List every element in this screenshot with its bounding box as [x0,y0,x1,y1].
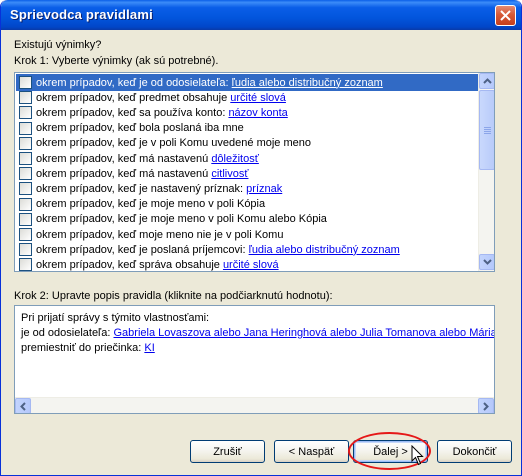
chevron-left-icon [20,402,26,411]
window-title: Sprievodca pravidlami [10,7,153,22]
exception-checkbox[interactable] [19,106,32,120]
exception-checkbox[interactable] [19,182,32,196]
back-button[interactable]: < Naspäť [274,440,349,463]
exception-text: okrem prípadov, keď sa používa konto: [36,106,229,119]
exception-checkbox[interactable] [19,91,32,105]
scroll-up-button[interactable] [479,73,494,89]
exception-text: okrem prípadov, keď je nastavený príznak… [36,182,247,195]
move-to-folder-text: premiestniť do priečinka: [21,342,145,354]
exception-checkbox[interactable] [19,121,32,135]
exception-text: okrem prípadov, keď je od odosielateľa: [36,76,232,89]
exception-checkbox[interactable] [19,152,32,165]
exceptions-list[interactable]: okrem prípadov, keď je od odosielateľa: … [14,72,495,272]
exception-checkbox[interactable] [19,243,32,257]
exception-item[interactable]: okrem prípadov, keď správa obsahuje urči… [16,256,479,271]
description-line-1: Pri prijatí správy s týmito vlastnosťami… [21,312,210,324]
scroll-left-button[interactable] [15,398,31,413]
exception-checkbox[interactable] [19,76,32,89]
close-button[interactable] [495,5,516,26]
exception-link[interactable]: určité slová [223,259,279,271]
sender-link[interactable]: Gabriela Lovaszova alebo Jana Heringhová… [114,327,495,339]
exception-text: okrem prípadov, keď bola poslaná iba mne [36,122,244,135]
exception-text: okrem prípadov, keď je poslaná príjemcov… [36,243,249,256]
title-bar[interactable]: Sprievodca pravidlami [1,0,521,30]
exception-text: okrem prípadov, keď má nastavenú [36,167,212,180]
exception-link[interactable]: citlivosť [211,168,248,180]
scroll-right-button[interactable] [478,398,494,413]
description-line-2: je od odosielateľa: Gabriela Lovaszova a… [21,327,495,339]
step2-label: Krok 2: Upravte popis pravidla (kliknite… [14,290,333,302]
list-vertical-scrollbar[interactable] [478,73,494,271]
exception-checkbox[interactable] [19,167,32,181]
exception-link[interactable]: dôležitosť [211,153,259,165]
exception-checkbox[interactable] [19,228,32,241]
exception-checkbox[interactable] [19,197,32,211]
rules-wizard-window: Sprievodca pravidlami Existujú výnimky? … [0,0,522,476]
chevron-up-icon [483,78,492,84]
scroll-thumb[interactable] [479,90,494,170]
exception-text: okrem prípadov, keď moje meno nie je v p… [36,228,284,241]
mouse-pointer-icon [411,445,424,466]
chevron-down-icon [483,259,492,265]
exception-link[interactable]: názov konta [228,107,287,119]
exceptions-heading: Existujú výnimky? [14,39,102,51]
chevron-right-icon [483,402,489,411]
exception-link[interactable]: príznak [246,183,282,195]
exception-text: okrem prípadov, keď správa obsahuje [36,258,223,271]
close-icon [500,10,511,21]
folder-link[interactable]: KI [144,342,154,354]
cancel-button[interactable]: Zrušiť [190,440,265,463]
rule-description-box: Pri prijatí správy s týmito vlastnosťami… [14,305,495,414]
exception-checkbox[interactable] [19,136,32,150]
from-sender-text: je od odosielateľa: [21,327,114,339]
exception-link[interactable]: určité slová [230,92,286,104]
step1-label: Krok 1: Vyberte výnimky (ak sú potrebné)… [14,55,219,67]
exception-text: okrem prípadov, keď je moje meno v poli … [36,198,266,211]
description-horizontal-scrollbar[interactable] [15,397,494,413]
exception-text: okrem prípadov, keď je moje meno v poli … [36,213,327,226]
exception-link[interactable]: ľudia alebo distribučný zoznam [249,244,400,256]
exception-checkbox[interactable] [19,258,32,271]
exception-checkbox[interactable] [19,212,32,226]
exception-text: okrem prípadov, keď predmet obsahuje [36,91,231,104]
exception-text: okrem prípadov, keď má nastavenú [36,152,212,165]
finish-button[interactable]: Dokončiť [437,440,512,463]
scroll-down-button[interactable] [479,254,494,270]
exception-text: okrem prípadov, keď je v poli Komu uvede… [36,137,311,150]
description-line-3: premiestniť do priečinka: KI [21,342,155,354]
exception-link[interactable]: ľudia alebo distribučný zoznam [232,77,383,89]
